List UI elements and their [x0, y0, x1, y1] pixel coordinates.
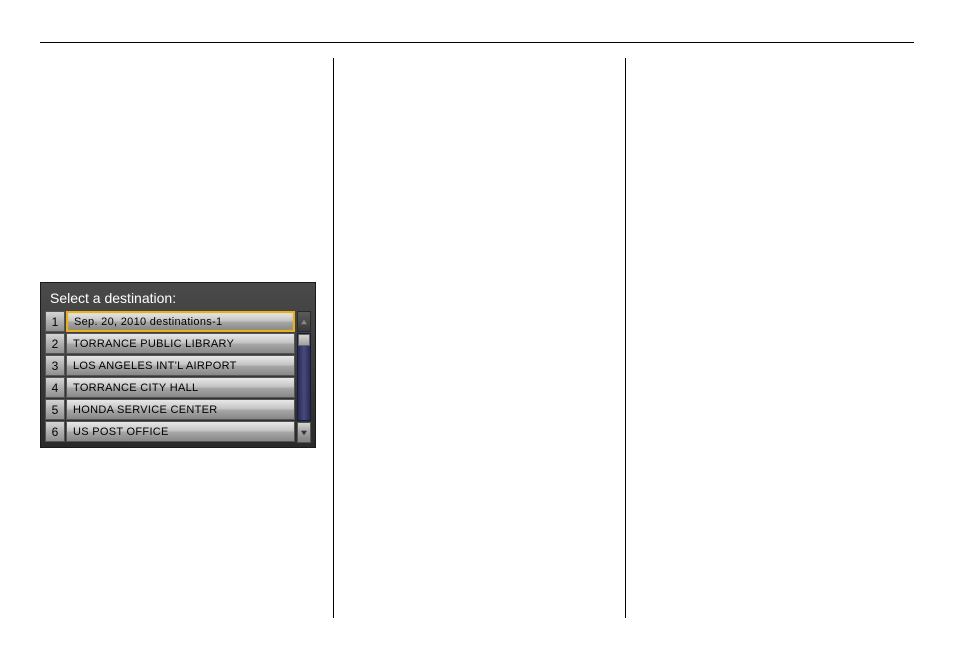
scroll-thumb[interactable]: [298, 334, 310, 346]
row-number: 5: [45, 399, 65, 420]
destination-item-4[interactable]: TORRANCE CITY HALL: [66, 377, 295, 398]
destination-panel: Select a destination: 1 Sep. 20, 2010 de…: [40, 282, 316, 448]
column-divider-2: [625, 58, 626, 618]
scroll-down-button[interactable]: [297, 422, 311, 443]
scroll-up-button[interactable]: [297, 311, 311, 332]
list-row: 6 US POST OFFICE: [45, 421, 295, 442]
destination-item-6[interactable]: US POST OFFICE: [66, 421, 295, 442]
destination-item-3[interactable]: LOS ANGELES INT'L AIRPORT: [66, 355, 295, 376]
destination-list: 1 Sep. 20, 2010 destinations-1 2 TORRANC…: [45, 311, 295, 443]
list-row: 1 Sep. 20, 2010 destinations-1: [45, 311, 295, 332]
list-row: 3 LOS ANGELES INT'L AIRPORT: [45, 355, 295, 376]
row-number: 2: [45, 333, 65, 354]
chevron-up-icon: [300, 319, 308, 325]
panel-title: Select a destination:: [45, 287, 311, 311]
row-number: 6: [45, 421, 65, 442]
destination-item-2[interactable]: TORRANCE PUBLIC LIBRARY: [66, 333, 295, 354]
row-number: 1: [45, 311, 65, 332]
list-row: 4 TORRANCE CITY HALL: [45, 377, 295, 398]
row-number: 4: [45, 377, 65, 398]
destination-item-1[interactable]: Sep. 20, 2010 destinations-1: [66, 311, 295, 332]
list-row: 5 HONDA SERVICE CENTER: [45, 399, 295, 420]
scroll-track[interactable]: [297, 333, 311, 421]
scrollbar: [297, 311, 311, 443]
chevron-down-icon: [300, 430, 308, 436]
column-divider-1: [333, 58, 334, 618]
list-row: 2 TORRANCE PUBLIC LIBRARY: [45, 333, 295, 354]
row-number: 3: [45, 355, 65, 376]
top-divider: [40, 42, 914, 43]
destination-item-5[interactable]: HONDA SERVICE CENTER: [66, 399, 295, 420]
